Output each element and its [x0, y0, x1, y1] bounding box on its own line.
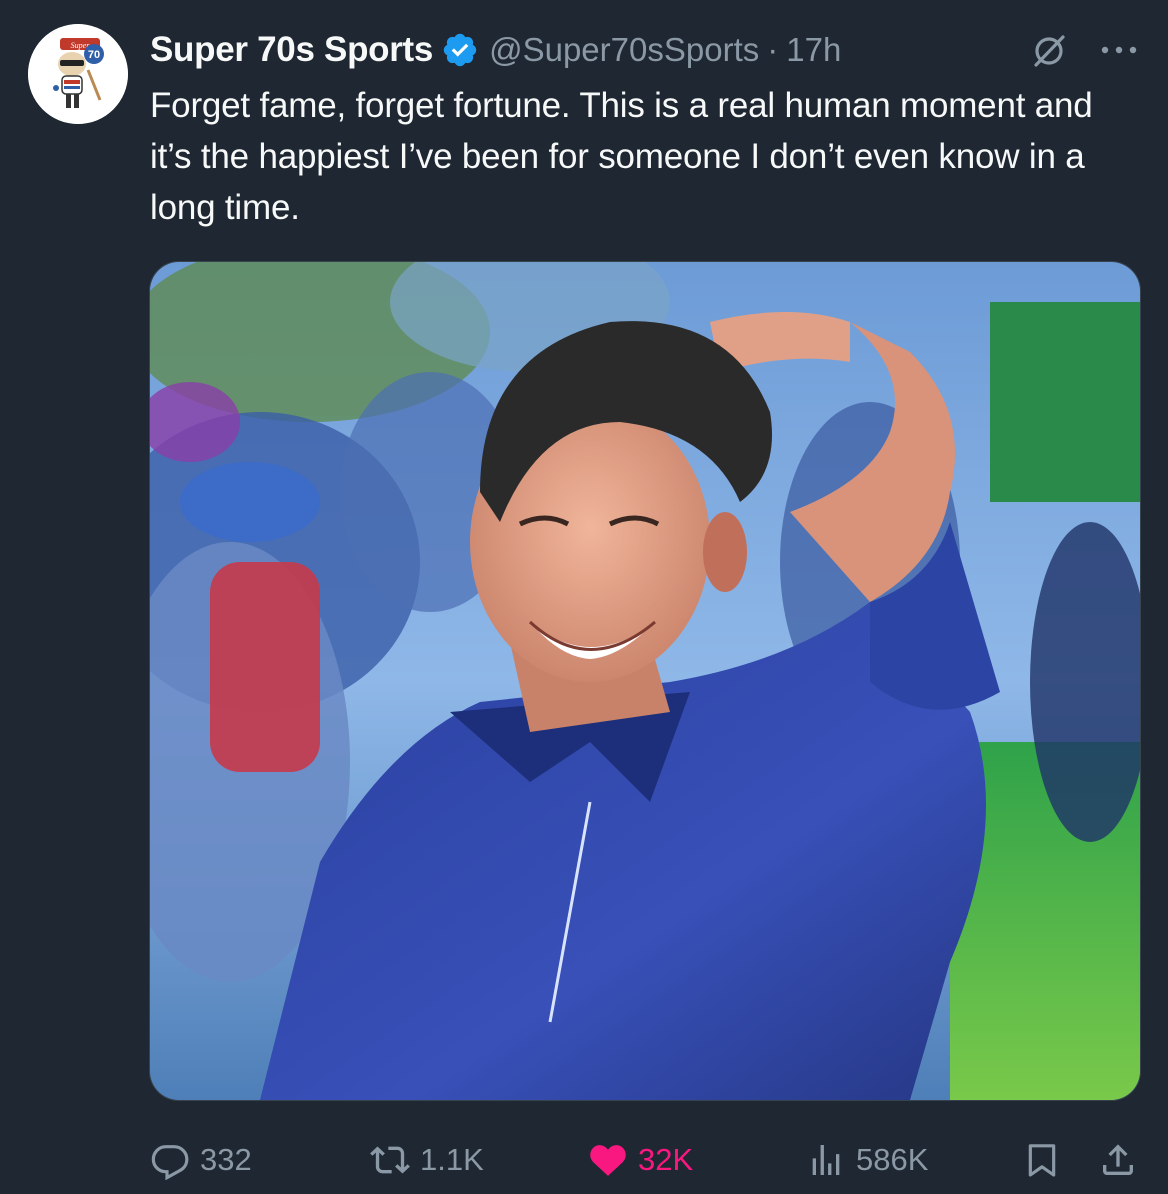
avatar-logo: Super 70 — [28, 24, 128, 124]
tweet-text: Forget fame, forget fortune. This is a r… — [150, 86, 1093, 227]
views-icon — [812, 1145, 840, 1175]
avatar[interactable]: Super 70 — [28, 24, 128, 124]
repost-count: 1.1K — [420, 1142, 484, 1177]
like-button[interactable]: 32K — [588, 1130, 693, 1190]
tweet-header: Super 70s Sports @Super70sSports · 17h — [150, 26, 841, 74]
tweet-photo[interactable] — [149, 261, 1141, 1101]
reply-button[interactable]: 332 — [150, 1130, 252, 1190]
views-count: 586K — [856, 1142, 929, 1177]
tweet-card[interactable]: Super 70 Super 70s Sports @Super70sSport… — [0, 0, 1168, 1194]
separator-dot: · — [767, 31, 779, 68]
like-icon — [590, 1145, 626, 1176]
author-handle[interactable]: @Super70sSports — [489, 31, 759, 69]
svg-text:70: 70 — [88, 49, 100, 61]
bookmark-button[interactable] — [1022, 1130, 1062, 1190]
grok-icon[interactable] — [1028, 30, 1070, 72]
verified-badge-icon[interactable] — [441, 31, 479, 69]
reply-icon — [151, 1145, 189, 1180]
reply-count: 332 — [200, 1142, 252, 1177]
share-icon — [1103, 1144, 1133, 1175]
repost-button[interactable]: 1.1K — [370, 1130, 484, 1190]
author-name[interactable]: Super 70s Sports — [150, 30, 433, 70]
photo-image — [150, 262, 1140, 1100]
share-button[interactable] — [1098, 1130, 1138, 1190]
timestamp[interactable]: 17h — [786, 31, 841, 69]
bookmark-icon — [1028, 1144, 1056, 1177]
repost-icon — [370, 1146, 410, 1174]
like-count: 32K — [638, 1142, 694, 1177]
views-button[interactable]: 586K — [806, 1130, 928, 1190]
more-icon[interactable] — [1098, 40, 1140, 60]
action-bar: 332 1.1K 32K 586K — [0, 1130, 1168, 1190]
